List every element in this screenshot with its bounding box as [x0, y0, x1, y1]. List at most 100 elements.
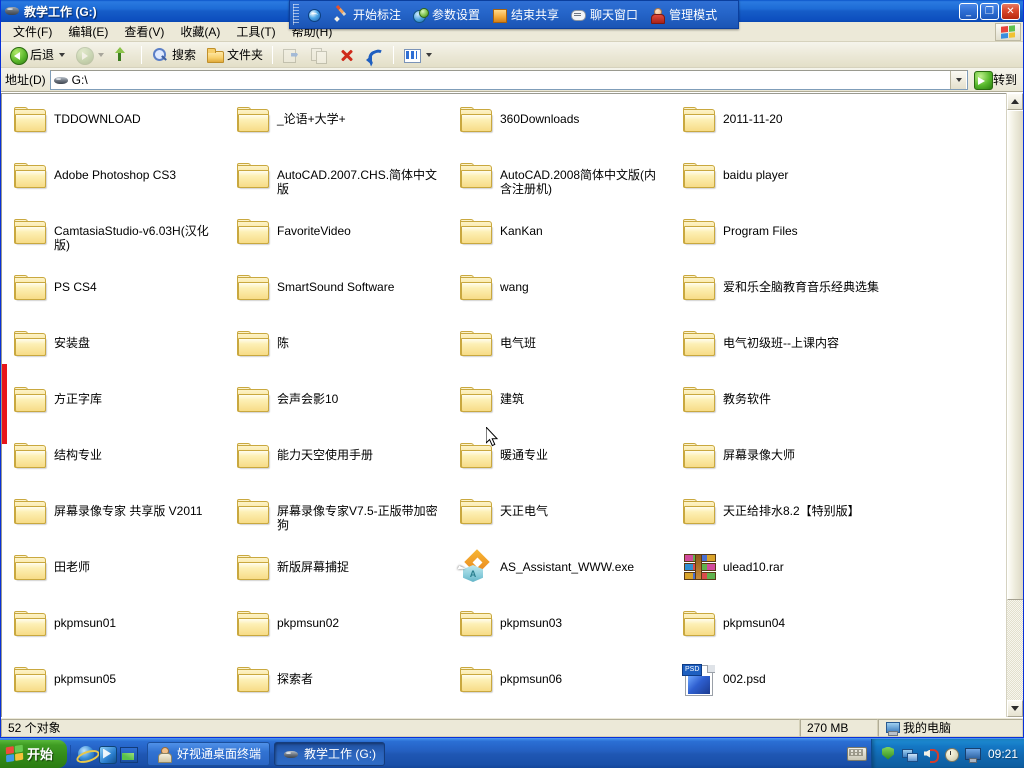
menu-view[interactable]: 查看(V) — [116, 21, 172, 42]
search-button[interactable]: 搜索 — [146, 44, 201, 66]
file-item[interactable]: 建筑 — [452, 380, 675, 436]
file-item[interactable]: 360Downloads — [452, 100, 675, 156]
file-item[interactable]: AutoCAD.2007.CHS.简体中文版 — [229, 156, 452, 212]
ft-admin-mode-button[interactable]: 管理模式 — [645, 3, 724, 26]
file-item[interactable]: pkpmsun05 — [6, 660, 229, 716]
ft-start-annotation-button[interactable]: 开始标注 — [329, 3, 408, 26]
taskbar-item-explorer[interactable]: 教学工作 (G:) — [274, 741, 386, 766]
views-button[interactable] — [398, 44, 437, 66]
remote-classroom-toolbar[interactable]: 开始标注 参数设置 结束共享 聊天窗口 管理模式 — [289, 0, 739, 29]
ft-chat-window-button[interactable]: 聊天窗口 — [566, 3, 645, 26]
scroll-up-button[interactable] — [1007, 93, 1023, 110]
back-button[interactable]: 后退 — [4, 44, 70, 66]
scrollbar-track[interactable] — [1007, 110, 1023, 700]
ft-globe-button[interactable] — [302, 3, 329, 26]
shield-icon[interactable] — [880, 746, 896, 762]
file-item[interactable]: ulead10.rar — [675, 548, 898, 604]
file-list-pane[interactable]: TDDOWNLOAD _论语+大学+ 360Downloads 2011-11-20 A… — [1, 93, 1006, 717]
file-item[interactable]: pkpmsun04 — [675, 604, 898, 660]
keyboard-icon[interactable] — [846, 746, 867, 761]
file-item[interactable]: AutoCAD.2008简体中文版(内含注册机) — [452, 156, 675, 212]
file-item[interactable]: pkpmsun03 — [452, 604, 675, 660]
minimize-button[interactable]: _ — [959, 2, 978, 20]
file-item-label: 2011-11-20 — [723, 112, 783, 126]
go-button[interactable]: 转到 — [972, 70, 1021, 90]
file-item[interactable]: 探索者 — [229, 660, 452, 716]
file-item[interactable]: pkpmsun02 — [229, 604, 452, 660]
file-item[interactable]: PSD 002.psd — [675, 660, 898, 716]
menu-file[interactable]: 文件(F) — [5, 21, 60, 42]
file-item[interactable]: 会声会影10 — [229, 380, 452, 436]
address-bar: 地址(D) G:\ 转到 — [1, 68, 1023, 92]
network-icon[interactable] — [901, 746, 918, 762]
file-item[interactable]: 爱和乐全脑教育音乐经典选集 — [675, 268, 898, 324]
chevron-down-icon[interactable] — [98, 52, 105, 57]
start-button[interactable]: 开始 — [0, 739, 68, 768]
file-item[interactable]: PS CS4 — [6, 268, 229, 324]
file-item[interactable]: 暖通专业 — [452, 436, 675, 492]
file-item[interactable]: 屏幕录像大师 — [675, 436, 898, 492]
file-item[interactable]: 屏幕录像专家V7.5-正版带加密狗 — [229, 492, 452, 548]
display-icon[interactable] — [964, 746, 981, 763]
file-item[interactable]: 天正给排水8.2【特别版】 — [675, 492, 898, 548]
scrollbar-thumb[interactable] — [1007, 110, 1023, 600]
scroll-down-button[interactable] — [1007, 700, 1023, 717]
file-item[interactable]: 新版屏幕捕捉 — [229, 548, 452, 604]
picture-viewer-icon[interactable] — [119, 745, 139, 763]
up-button[interactable] — [109, 44, 137, 66]
file-item[interactable]: TDDOWNLOAD — [6, 100, 229, 156]
file-item[interactable]: 能力天空使用手册 — [229, 436, 452, 492]
file-item[interactable]: pkpmsun06 — [452, 660, 675, 716]
file-item[interactable]: wang — [452, 268, 675, 324]
file-item[interactable]: 天正电气 — [452, 492, 675, 548]
file-item[interactable]: 电气班 — [452, 324, 675, 380]
restore-button[interactable]: ❐ — [980, 2, 999, 20]
delete-button[interactable] — [333, 44, 361, 66]
file-item[interactable]: baidu player — [675, 156, 898, 212]
file-item[interactable]: 方正字库 — [6, 380, 229, 436]
drag-grip[interactable] — [293, 4, 299, 25]
address-dropdown-button[interactable] — [949, 70, 966, 89]
menu-favorites[interactable]: 收藏(A) — [172, 21, 228, 42]
file-item[interactable]: A AS_Assistant_WWW.exe — [452, 548, 675, 604]
file-item[interactable]: pkpmsun01 — [6, 604, 229, 660]
file-item[interactable]: 安装盘 — [6, 324, 229, 380]
volume-icon[interactable] — [922, 746, 939, 763]
file-item[interactable]: 结构专业 — [6, 436, 229, 492]
file-item[interactable]: FavoriteVideo — [229, 212, 452, 268]
ft-parameter-settings-button[interactable]: 参数设置 — [408, 3, 487, 26]
menu-edit[interactable]: 编辑(E) — [60, 21, 116, 42]
file-item[interactable]: 2011-11-20 — [675, 100, 898, 156]
file-item[interactable]: Program Files — [675, 212, 898, 268]
file-item[interactable]: 田老师 — [6, 548, 229, 604]
chevron-down-icon[interactable] — [59, 52, 66, 57]
folders-button[interactable]: 文件夹 — [201, 44, 268, 66]
internet-explorer-icon[interactable] — [77, 745, 95, 763]
file-item[interactable]: 屏幕录像专家 共享版 V2011 — [6, 492, 229, 548]
chevron-down-icon[interactable] — [426, 52, 433, 57]
file-item[interactable]: _论语+大学+ — [229, 100, 452, 156]
tray-clock[interactable]: 09:21 — [988, 747, 1018, 761]
forward-button[interactable] — [70, 44, 109, 66]
vertical-scrollbar[interactable] — [1006, 93, 1023, 717]
folder-icon — [12, 440, 50, 472]
move-to-button[interactable] — [277, 44, 305, 66]
file-item[interactable]: 教务软件 — [675, 380, 898, 436]
file-item[interactable]: SmartSound Software — [229, 268, 452, 324]
settings-icon — [412, 7, 430, 23]
file-item[interactable]: Adobe Photoshop CS3 — [6, 156, 229, 212]
menu-tools[interactable]: 工具(T) — [228, 21, 283, 42]
file-item[interactable]: 电气初级班--上课内容 — [675, 324, 898, 380]
copy-to-button[interactable] — [305, 44, 333, 66]
file-item[interactable]: KanKan — [452, 212, 675, 268]
undo-button[interactable] — [361, 44, 389, 66]
close-button[interactable]: ✕ — [1001, 2, 1020, 20]
blue-app-icon[interactable] — [98, 745, 118, 764]
file-item[interactable]: CamtasiaStudio-v6.03H(汉化版) — [6, 212, 229, 268]
address-input[interactable]: G:\ — [49, 69, 968, 90]
file-item[interactable]: 陈 — [229, 324, 452, 380]
file-item-label: pkpmsun06 — [500, 672, 563, 686]
taskbar-item-hst-desktop-terminal[interactable]: 好视通桌面终端 — [147, 741, 271, 766]
ft-end-share-button[interactable]: 结束共享 — [487, 3, 566, 26]
clock-icon[interactable] — [943, 746, 959, 762]
